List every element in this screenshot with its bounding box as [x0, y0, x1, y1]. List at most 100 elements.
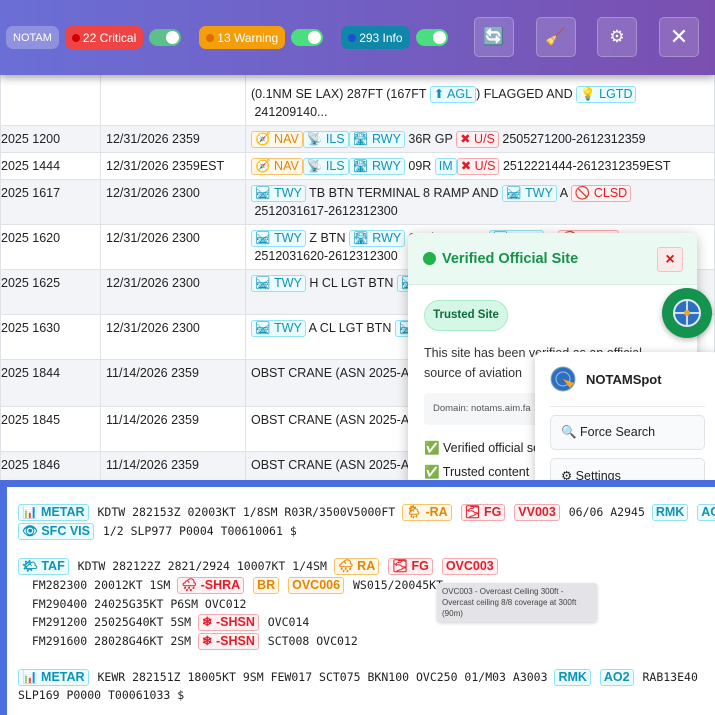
end-time: 12/31/2026 2359: [100, 125, 246, 153]
code-tag[interactable]: 🛣 RWY: [348, 158, 405, 175]
code-tag[interactable]: 💡 LGTD: [576, 86, 637, 103]
info-toggle[interactable]: [415, 29, 448, 46]
code-tag[interactable]: 📡 ILS: [302, 131, 349, 148]
text-segment: H CL LGT BTN: [305, 276, 397, 290]
text-segment: [246, 578, 253, 592]
code-tag[interactable]: RMK: [554, 669, 591, 686]
table-row[interactable]: 2025 1617 12/31/2026 2300 🛤 TWY TB BTN TER…: [0, 179, 715, 225]
code-tag[interactable]: AO2: [599, 669, 634, 686]
text-segment: [435, 559, 442, 573]
start-time: 2025 1200: [0, 125, 101, 153]
refresh-button[interactable]: 🔄: [474, 17, 514, 57]
code-tag[interactable]: 🛤 TWY: [251, 275, 306, 292]
settings-button[interactable]: ⚙: [597, 17, 637, 57]
warning-toggle[interactable]: [291, 29, 324, 46]
code-tag[interactable]: 🌧 -SHRA: [177, 577, 245, 594]
clear-button[interactable]: 🧹: [536, 17, 576, 57]
code-tag[interactable]: 🌤 TAF: [18, 558, 69, 575]
menu-title: NOTAMSpot: [586, 371, 662, 387]
notam-text: 🛤 TWY TB BTN TERMINAL 8 RAMP AND 🛤 TWY A…: [245, 179, 715, 225]
code-tag[interactable]: 🛣 RWY: [348, 131, 405, 148]
weather-line: SLP169 P0000 T00061033 $: [18, 687, 184, 704]
code-tag[interactable]: 📡 ILS: [302, 158, 349, 175]
text-segment: KEWR 282151Z 18005KT 9SM FEW017 SCT075 B…: [90, 670, 555, 684]
text-segment: FM291600 28028G46KT 2SM: [18, 634, 199, 648]
text-segment: [381, 559, 388, 573]
text-segment: 1/2 SLP977 P0004 T00610061 $: [95, 524, 297, 538]
text-segment: OVC014: [260, 615, 310, 629]
text-segment: FM282300 20012KT 1SM: [18, 578, 178, 592]
text-segment: SCT008 OVC012: [260, 634, 358, 648]
notam-label: NOTAM: [6, 26, 59, 49]
info-filter[interactable]: 293 Info: [341, 26, 410, 49]
code-tag[interactable]: 🌧 RA: [333, 558, 380, 575]
code-tag[interactable]: ❄ -SHSN: [198, 633, 259, 650]
text-segment: SLP169 P0000 T00061033 $: [18, 688, 185, 702]
weather-line: FM290400 24025G35KT P6SM OVC012: [18, 596, 247, 613]
end-time: 12/31/2026 2359EST: [100, 152, 246, 180]
code-tag[interactable]: ❄ -SHSN: [198, 614, 259, 631]
code-tag[interactable]: 🧭 NAV: [251, 131, 303, 148]
code-tag[interactable]: 🛤 TWY: [502, 185, 557, 202]
code-tag[interactable]: VV003: [514, 504, 560, 521]
check-trusted: ✅ Trusted content: [424, 465, 530, 479]
code-tag[interactable]: 🛤 TWY: [251, 185, 306, 202]
text-segment: 06/06 A2945: [561, 505, 652, 519]
code-tag[interactable]: ✖ U/S: [456, 158, 500, 175]
notamspot-menu: NOTAMSpot 🔍 Force Search ⚙ Settings: [535, 352, 715, 493]
code-tag[interactable]: 🛣 RWY: [348, 230, 406, 247]
code-tag[interactable]: 🛤 TWY: [251, 320, 306, 337]
code-tag[interactable]: OVC003: [441, 558, 498, 575]
code-tag[interactable]: AO2: [697, 504, 715, 521]
text-segment: WS015/20045KT: [346, 578, 444, 592]
critical-filter[interactable]: 22 Critical: [64, 26, 144, 49]
text-segment: RAB13E40: [635, 670, 698, 684]
text-segment: 2512031620-2612312300: [251, 249, 398, 263]
code-tag[interactable]: IM: [434, 158, 457, 175]
force-search-button[interactable]: 🔍 Force Search: [550, 415, 705, 450]
text-segment: A: [556, 186, 571, 200]
text-segment: Z BTN: [305, 231, 349, 245]
code-tag[interactable]: 🌫 FG: [388, 558, 433, 575]
close-button[interactable]: ✕: [659, 17, 699, 57]
radar-logo-icon: [550, 366, 576, 392]
code-tag[interactable]: 🛤 TWY: [251, 230, 306, 247]
green-dot-icon: [423, 252, 436, 265]
code-tag[interactable]: 👁 SFC VIS: [18, 523, 94, 540]
code-tag[interactable]: OVC006: [288, 577, 345, 594]
code-tag[interactable]: 🌦 -RA: [402, 504, 452, 521]
weather-line: 📊 METAR KEWR 282151Z 18005KT 9SM FEW017 …: [18, 669, 698, 686]
table-row[interactable]: 2025 1200 12/31/2026 2359 🧭 NAV 📡 ILS 🛣 RWY …: [0, 125, 715, 153]
text-segment: ) FLAGGED AND: [476, 87, 577, 101]
code-tag[interactable]: 🚫 CLSD: [570, 185, 632, 202]
code-tag[interactable]: ✖ U/S: [456, 131, 499, 148]
notamspot-fab-button[interactable]: [662, 288, 712, 338]
code-tag[interactable]: RMK: [651, 504, 689, 521]
text-segment: 2512221444-2612312359EST: [499, 159, 671, 173]
weather-line: FM291600 28028G46KT 2SM ❄ -SHSN SCT008 O…: [18, 633, 358, 650]
critical-toggle[interactable]: [149, 29, 182, 46]
text-segment: TB BTN TERMINAL 8 RAMP AND: [305, 186, 503, 200]
code-tag[interactable]: 📊 METAR: [18, 669, 89, 686]
start-time: 2025 1444: [0, 152, 101, 180]
weather-panel: SLP169 P0000 T00061033 $ 📊 METAR KEWR 282…: [0, 480, 715, 715]
code-tag[interactable]: BR: [253, 577, 280, 594]
popup-title: Verified Official Site: [442, 250, 579, 267]
text-segment: 2512031617-2612312300: [251, 204, 398, 218]
warning-filter[interactable]: 13 Warning: [199, 26, 286, 49]
popup-close-button[interactable]: ×: [657, 247, 683, 272]
code-tag[interactable]: 🌫 FG: [460, 504, 506, 521]
text-segment: [690, 505, 697, 519]
text-segment: A CL LGT BTN: [305, 321, 395, 335]
text-segment: [281, 578, 288, 592]
code-tag[interactable]: 📊 METAR: [18, 504, 89, 521]
code-tag[interactable]: 🧭 NAV: [251, 158, 303, 175]
text-segment: FM290400 24025G35KT P6SM OVC012: [18, 597, 247, 611]
text-segment: [454, 505, 461, 519]
code-tag[interactable]: ⬆ AGL: [429, 86, 477, 103]
start-time: 2025 1844: [0, 359, 101, 407]
end-time: 12/31/2026 2300: [100, 314, 246, 360]
table-row[interactable]: 2025 1444 12/31/2026 2359EST 🧭 NAV 📡 ILS 🛣 R…: [0, 152, 715, 180]
check-verified: ✅ Verified official so: [424, 441, 541, 455]
orange-dot-icon: [206, 33, 215, 42]
